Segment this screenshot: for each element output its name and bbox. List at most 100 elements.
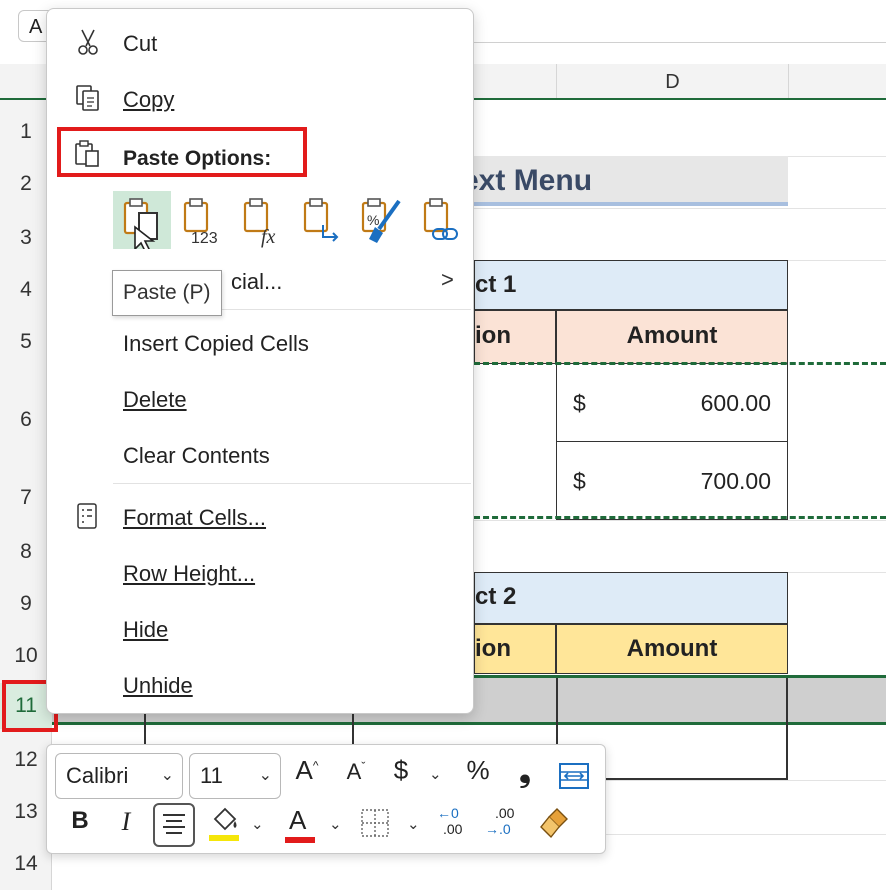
chevron-down-icon: ⌄ <box>160 767 174 784</box>
menu-item-label: Hide <box>123 617 169 642</box>
chevron-down-icon[interactable]: ⌄ <box>407 815 420 833</box>
merge-center-button[interactable] <box>557 761 591 791</box>
row-header-4[interactable]: 4 <box>0 278 52 318</box>
italic-icon: I <box>121 807 131 836</box>
chevron-down-icon: ⌄ <box>258 767 272 784</box>
borders-button[interactable] <box>359 807 391 841</box>
chevron-down-icon[interactable]: ⌄ <box>429 765 442 783</box>
menu-item-cut[interactable]: Cut <box>47 19 473 65</box>
menu-item-paste-special[interactable]: cial... > <box>47 257 473 303</box>
column-header-d[interactable]: D <box>556 64 788 98</box>
font-name-dropdown[interactable]: Calibri ⌄ <box>55 753 183 799</box>
mini-toolbar: Calibri ⌄ 11 ⌄ A^ Aˇ $ ⌄ % ❟ B I ⌄ A ⌄ ⌄ <box>46 744 606 854</box>
project1-amount-header[interactable]: Amount <box>556 310 788 364</box>
menu-item-copy[interactable]: Copy <box>47 75 473 121</box>
menu-item-label: Clear Contents <box>123 443 270 468</box>
table-border <box>786 678 788 780</box>
formula-bar[interactable] <box>474 10 886 43</box>
copy-marquee-bottom <box>474 516 886 519</box>
row-header-6[interactable]: 6 <box>0 408 52 448</box>
format-cells-icon <box>73 501 103 531</box>
bold-button[interactable]: B <box>67 807 93 835</box>
menu-item-label: Delete <box>123 387 187 412</box>
format-painter-button[interactable] <box>535 805 571 845</box>
menu-item-clear-contents[interactable]: Clear Contents <box>47 431 473 477</box>
center-align-button[interactable] <box>153 803 195 847</box>
borders-icon <box>361 809 389 837</box>
chevron-down-icon[interactable]: ⌄ <box>329 815 342 833</box>
decrease-font-size-button[interactable]: Aˇ <box>339 759 373 785</box>
row-header-10[interactable]: 10 <box>0 644 52 684</box>
amount-cell-row7[interactable]: $ 700.00 <box>556 442 788 520</box>
table-border <box>606 778 788 780</box>
amount-value: 600.00 <box>700 390 771 416</box>
chevron-down-icon[interactable]: ⌄ <box>251 815 264 833</box>
menu-item-label: cial... <box>231 269 283 294</box>
font-color-swatch <box>285 837 315 843</box>
menu-item-delete[interactable]: Delete <box>47 375 473 421</box>
menu-item-row-height[interactable]: Row Height... <box>47 549 473 595</box>
italic-button[interactable]: I <box>115 807 137 837</box>
row-header-5[interactable]: 5 <box>0 330 52 370</box>
paste-transpose-icon[interactable] <box>293 191 351 249</box>
accounting-format-button[interactable]: $ <box>387 755 415 786</box>
annotation-highlight-paste-options <box>57 127 307 177</box>
paste-icon[interactable] <box>113 191 171 255</box>
dollar-icon: $ <box>393 755 409 785</box>
row-header-7[interactable]: 7 <box>0 486 52 526</box>
menu-item-label: Row Height... <box>123 561 256 586</box>
menu-item-hide[interactable]: Hide <box>47 605 473 651</box>
menu-item-label: Format Cells... <box>123 505 267 530</box>
paste-formatting-icon[interactable]: % <box>353 191 411 249</box>
menu-item-label: Cut <box>123 31 158 56</box>
menu-item-label: Insert Copied Cells <box>123 331 309 356</box>
fill-color-button[interactable] <box>207 805 241 845</box>
comma-style-button[interactable]: ❟ <box>513 755 537 789</box>
row-header-3[interactable]: 3 <box>0 226 52 266</box>
row-header-13[interactable]: 13 <box>0 800 52 840</box>
amount-value: 700.00 <box>700 468 771 494</box>
comma-icon: ❟ <box>519 755 531 788</box>
paste-values-icon[interactable]: 123 <box>173 191 231 249</box>
increase-font-size-button[interactable]: A^ <box>289 755 325 786</box>
paste-tooltip: Paste (P) <box>112 270 222 316</box>
project2-amount-header[interactable]: Amount <box>556 624 788 674</box>
decrease-decimal-button[interactable]: .00 →.0 <box>485 805 521 845</box>
row-header-2[interactable]: 2 <box>0 172 52 212</box>
font-color-button[interactable]: A <box>283 805 317 847</box>
menu-separator <box>113 483 471 484</box>
context-menu: Cut Copy Paste Options: 123 fx % cial...… <box>46 8 474 714</box>
project1-header-cell[interactable]: ct 1 <box>474 260 788 310</box>
decrease-decimal-top: .00 <box>495 805 515 821</box>
decrease-decimal-bottom: →.0 <box>485 821 511 837</box>
row-header-1[interactable]: 1 <box>0 120 52 160</box>
svg-text:%: % <box>367 212 379 228</box>
row-header-9[interactable]: 9 <box>0 592 52 632</box>
amount-cell-row6[interactable]: $ 600.00 <box>556 364 788 442</box>
row-header-14[interactable]: 14 <box>0 852 52 892</box>
menu-item-label: Unhide <box>123 673 193 698</box>
row-header-12[interactable]: 12 <box>0 748 52 788</box>
menu-item-format-cells[interactable]: Format Cells... <box>47 493 473 539</box>
project2-description-header[interactable]: ion <box>474 624 556 674</box>
font-size-dropdown[interactable]: 11 ⌄ <box>189 753 281 799</box>
submenu-chevron-icon: > <box>441 267 454 292</box>
merge-center-icon <box>559 763 589 789</box>
menu-item-unhide[interactable]: Unhide <box>47 661 473 707</box>
increase-decimal-button[interactable]: ←0 .00 <box>437 805 473 845</box>
increase-decimal-top: ←0 <box>437 805 459 821</box>
paste-formulas-icon[interactable]: fx <box>233 191 291 249</box>
increase-decimal-bottom: .00 <box>443 821 463 837</box>
menu-item-label: Copy <box>123 87 175 112</box>
percent-style-button[interactable]: % <box>461 755 495 786</box>
column-header-e[interactable] <box>788 64 886 98</box>
paste-values-label: 123 <box>191 230 218 247</box>
row-header-8[interactable]: 8 <box>0 540 52 580</box>
menu-item-insert-copied-cells[interactable]: Insert Copied Cells <box>47 319 473 365</box>
percent-icon: % <box>466 755 490 785</box>
paste-link-icon[interactable] <box>413 191 471 249</box>
paint-bucket-icon <box>209 807 239 841</box>
project1-description-header[interactable]: ion <box>474 310 556 364</box>
font-size-value: 11 <box>200 763 223 788</box>
project2-header-cell[interactable]: ct 2 <box>474 572 788 624</box>
